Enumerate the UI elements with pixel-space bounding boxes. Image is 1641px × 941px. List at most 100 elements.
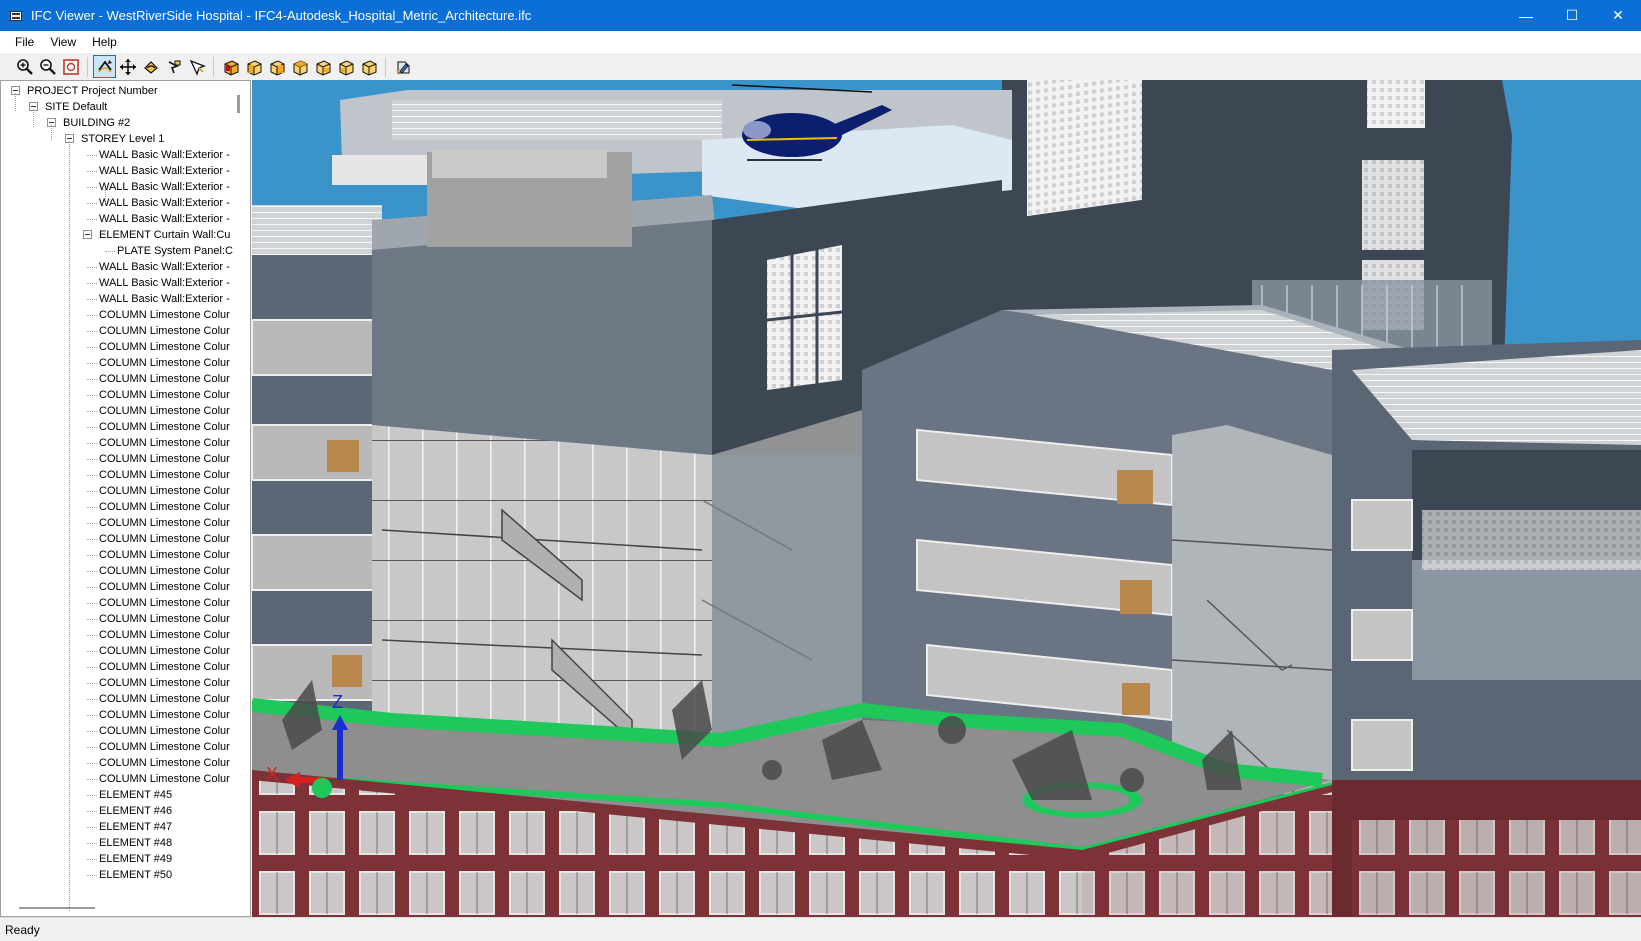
view-top-icon <box>339 59 353 76</box>
tree-node-item[interactable]: COLUMN Limestone Colur <box>99 643 230 659</box>
tree-connector <box>87 635 97 636</box>
tree-node-item[interactable]: COLUMN Limestone Colur <box>99 323 230 339</box>
tree-node-item[interactable]: COLUMN Limestone Colur <box>99 707 230 723</box>
tree-node-item[interactable]: WALL Basic Wall:Exterior - <box>99 291 230 307</box>
view-iso-button[interactable] <box>219 55 242 78</box>
tree-node-item[interactable]: COLUMN Limestone Colur <box>99 563 230 579</box>
close-button[interactable]: ✕ <box>1595 0 1641 31</box>
title-bar[interactable]: IFC Viewer - WestRiverSide Hospital - IF… <box>0 0 1641 31</box>
tree-node-item[interactable]: COLUMN Limestone Colur <box>99 547 230 563</box>
pan-icon <box>119 58 136 75</box>
tree-node-item[interactable]: PLATE System Panel:C <box>117 243 233 259</box>
tree-connector <box>87 587 97 588</box>
tree-node-item[interactable]: COLUMN Limestone Colur <box>99 531 230 547</box>
tree-node-item[interactable]: COLUMN Limestone Colur <box>99 355 230 371</box>
tree-guide-line <box>69 141 70 911</box>
tree-node-item[interactable]: WALL Basic Wall:Exterior - <box>99 259 230 275</box>
tree-connector <box>87 619 97 620</box>
maximize-button[interactable]: ☐ <box>1549 0 1595 31</box>
tree-node-item[interactable]: COLUMN Limestone Colur <box>99 771 230 787</box>
view-left-button[interactable] <box>288 55 311 78</box>
tree-connector <box>87 443 97 444</box>
tree-connector <box>87 747 97 748</box>
tree-connector <box>87 315 97 316</box>
tree-node-item[interactable]: WALL Basic Wall:Exterior - <box>99 211 230 227</box>
tree-node-item[interactable]: COLUMN Limestone Colur <box>99 579 230 595</box>
tree-node-item[interactable]: ELEMENT #46 <box>99 803 172 819</box>
menu-file[interactable]: File <box>7 31 42 53</box>
view-right-button[interactable] <box>311 55 334 78</box>
tree-node-item[interactable]: COLUMN Limestone Colur <box>99 499 230 515</box>
tree-node-item[interactable]: WALL Basic Wall:Exterior - <box>99 163 230 179</box>
zoom-extents-icon <box>62 58 79 75</box>
tree-connector <box>87 459 97 460</box>
tree-node-item[interactable]: COLUMN Limestone Colur <box>99 435 230 451</box>
tree-connector <box>87 219 97 220</box>
tree-guide-line <box>51 125 52 141</box>
tree-node-item[interactable]: COLUMN Limestone Colur <box>99 515 230 531</box>
tree-node-item[interactable]: COLUMN Limestone Colur <box>99 611 230 627</box>
menu-view[interactable]: View <box>42 31 84 53</box>
orbit-button[interactable] <box>139 55 162 78</box>
tree-node-storey[interactable]: STOREY Level 1 <box>81 131 164 147</box>
tree-node-item[interactable]: COLUMN Limestone Colur <box>99 387 230 403</box>
walk-icon <box>168 60 180 73</box>
tree-node-item[interactable]: COLUMN Limestone Colur <box>99 307 230 323</box>
rotate-button[interactable] <box>93 55 116 78</box>
toolbar-separator <box>213 56 214 77</box>
tree-connector <box>87 875 97 876</box>
tree-node-item[interactable]: COLUMN Limestone Colur <box>99 403 230 419</box>
tree-node-item[interactable]: COLUMN Limestone Colur <box>99 595 230 611</box>
orbit-icon <box>143 60 158 74</box>
tree-node-item[interactable]: COLUMN Limestone Colur <box>99 755 230 771</box>
tree-node-item[interactable]: ELEMENT #48 <box>99 835 172 851</box>
zoom-in-button[interactable] <box>13 55 36 78</box>
pan-button[interactable] <box>116 55 139 78</box>
tree-connector <box>87 491 97 492</box>
menu-help[interactable]: Help <box>84 31 125 53</box>
tree-node-item[interactable]: COLUMN Limestone Colur <box>99 467 230 483</box>
minimize-button[interactable]: — <box>1503 0 1549 31</box>
view-bottom-button[interactable] <box>357 55 380 78</box>
tree-node-item[interactable]: COLUMN Limestone Colur <box>99 483 230 499</box>
zoom-out-icon <box>39 58 56 75</box>
tree-node-item[interactable]: ELEMENT #49 <box>99 851 172 867</box>
toolbar-separator <box>87 56 88 77</box>
tree-node-project[interactable]: PROJECT Project Number <box>27 83 158 99</box>
tree-node-item[interactable]: COLUMN Limestone Colur <box>99 451 230 467</box>
tree-node-item[interactable]: COLUMN Limestone Colur <box>99 627 230 643</box>
tree-node-item[interactable]: ELEMENT Curtain Wall:Cu <box>99 227 230 243</box>
view-front-icon <box>247 59 261 76</box>
tree-node-item[interactable]: ELEMENT #50 <box>99 867 172 883</box>
view-front-button[interactable] <box>242 55 265 78</box>
tree-node-item[interactable]: COLUMN Limestone Colur <box>99 371 230 387</box>
tree-node-item[interactable]: WALL Basic Wall:Exterior - <box>99 195 230 211</box>
tree-connector <box>87 667 97 668</box>
walk-button[interactable] <box>162 55 185 78</box>
tree-collapse-toggle[interactable] <box>83 230 92 239</box>
tree-node-item[interactable]: COLUMN Limestone Colur <box>99 419 230 435</box>
tree-node-item[interactable]: WALL Basic Wall:Exterior - <box>99 147 230 163</box>
tree-node-item[interactable]: COLUMN Limestone Colur <box>99 659 230 675</box>
zoom-out-button[interactable] <box>36 55 59 78</box>
tree-node-item[interactable]: COLUMN Limestone Colur <box>99 675 230 691</box>
tree-node-item[interactable]: COLUMN Limestone Colur <box>99 723 230 739</box>
tree-node-item[interactable]: ELEMENT #45 <box>99 787 172 803</box>
zoom-extents-button[interactable] <box>59 55 82 78</box>
tree-node-item[interactable]: WALL Basic Wall:Exterior - <box>99 179 230 195</box>
tree-node-item[interactable]: COLUMN Limestone Colur <box>99 691 230 707</box>
tree-node-item[interactable]: WALL Basic Wall:Exterior - <box>99 275 230 291</box>
tree-node-item[interactable]: COLUMN Limestone Colur <box>99 339 230 355</box>
tree-node-item[interactable]: ELEMENT #47 <box>99 819 172 835</box>
3d-viewport[interactable]: Z X <box>252 80 1641 917</box>
tree-horizontal-scrollbar[interactable] <box>19 907 95 909</box>
model-tree[interactable]: PROJECT Project Number SITE Default BUILDI… <box>0 80 251 917</box>
tree-node-building[interactable]: BUILDING #2 <box>63 115 130 131</box>
view-back-button[interactable] <box>265 55 288 78</box>
tree-node-site[interactable]: SITE Default <box>45 99 107 115</box>
tree-node-item[interactable]: COLUMN Limestone Colur <box>99 739 230 755</box>
view-top-button[interactable] <box>334 55 357 78</box>
select-button[interactable] <box>185 55 208 78</box>
settings-button[interactable] <box>391 55 414 78</box>
tree-vertical-scrollbar[interactable] <box>237 95 240 113</box>
